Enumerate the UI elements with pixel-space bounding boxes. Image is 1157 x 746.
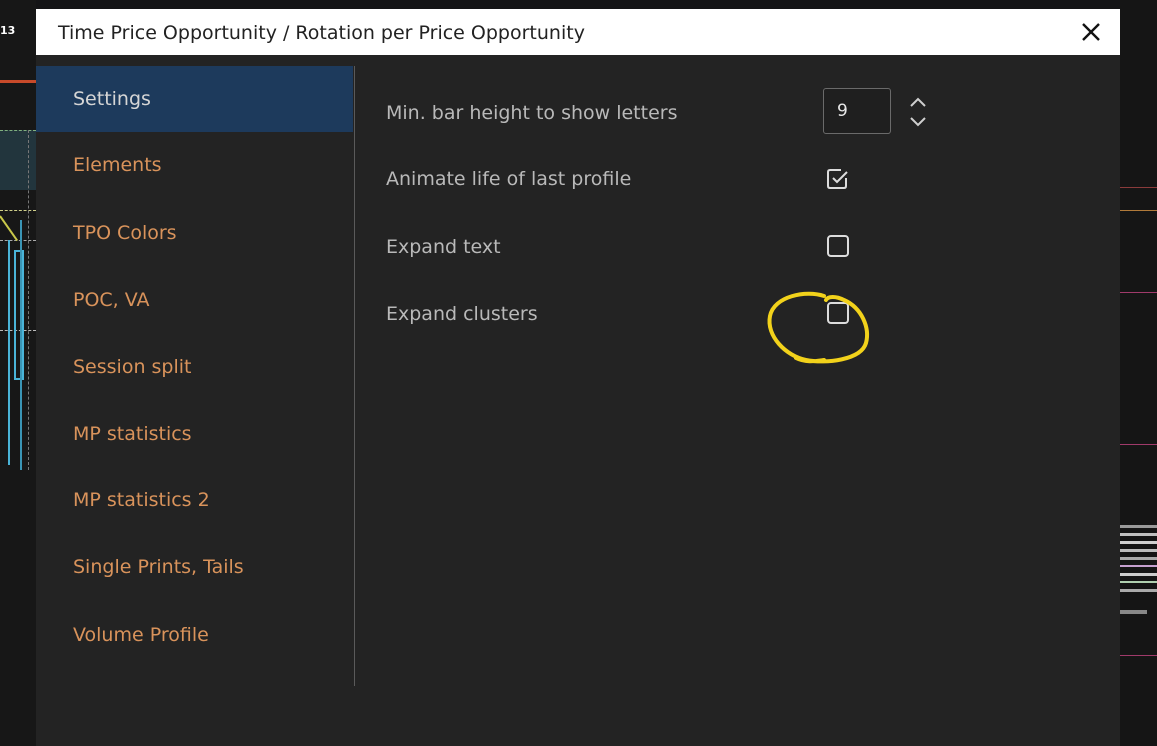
sidebar-item-session-split[interactable]: Session split (36, 334, 353, 400)
close-icon (1082, 23, 1100, 41)
expand-clusters-checkbox[interactable] (825, 300, 851, 326)
close-button[interactable] (1076, 17, 1106, 47)
min-bar-height-stepper[interactable] (906, 95, 930, 129)
sidebar-item-label: Elements (73, 154, 162, 176)
sidebar-item-label: MP statistics (73, 423, 192, 445)
background-chart-right (1120, 0, 1157, 746)
min-bar-height-label: Min. bar height to show letters (386, 102, 678, 124)
screen: 13 Time Price Opportunity / Rotation per… (0, 0, 1157, 746)
settings-dialog: Time Price Opportunity / Rotation per Pr… (36, 9, 1120, 746)
expand-clusters-label: Expand clusters (386, 303, 538, 325)
sidebar-item-tpo-colors[interactable]: TPO Colors (36, 200, 353, 266)
sidebar: Settings Elements TPO Colors POC, VA Ses… (36, 66, 355, 686)
checkbox-unchecked-icon (827, 235, 849, 257)
sidebar-item-elements[interactable]: Elements (36, 132, 353, 198)
sidebar-item-label: Settings (73, 88, 151, 110)
dialog-title: Time Price Opportunity / Rotation per Pr… (58, 22, 585, 44)
sidebar-item-poc-va[interactable]: POC, VA (36, 267, 353, 333)
animate-life-label: Animate life of last profile (386, 168, 632, 190)
sidebar-item-settings[interactable]: Settings (36, 66, 353, 132)
stepper-arrows-icon (910, 97, 926, 127)
highlight-circle-annotation (767, 291, 869, 364)
sidebar-item-mp-statistics[interactable]: MP statistics (36, 401, 353, 467)
animate-life-checkbox[interactable] (825, 166, 851, 192)
sidebar-item-label: TPO Colors (73, 222, 177, 244)
sidebar-item-label: Volume Profile (73, 624, 209, 646)
min-bar-height-input[interactable] (823, 88, 891, 134)
sidebar-item-volume-profile[interactable]: Volume Profile (36, 602, 353, 668)
sidebar-item-label: POC, VA (73, 289, 150, 311)
checkbox-unchecked-icon (827, 302, 849, 324)
checkbox-checked-icon (827, 169, 848, 189)
expand-text-checkbox[interactable] (825, 233, 851, 259)
sidebar-item-single-prints-tails[interactable]: Single Prints, Tails (36, 534, 353, 600)
sidebar-item-label: MP statistics 2 (73, 489, 210, 511)
sidebar-item-label: Session split (73, 356, 192, 378)
expand-text-label: Expand text (386, 236, 501, 258)
chart-tick-label: 13 (0, 24, 16, 37)
background-chart-left: 13 (0, 0, 36, 746)
sidebar-item-mp-statistics-2[interactable]: MP statistics 2 (36, 467, 353, 533)
dialog-titlebar: Time Price Opportunity / Rotation per Pr… (36, 9, 1120, 55)
sidebar-item-label: Single Prints, Tails (73, 556, 244, 578)
